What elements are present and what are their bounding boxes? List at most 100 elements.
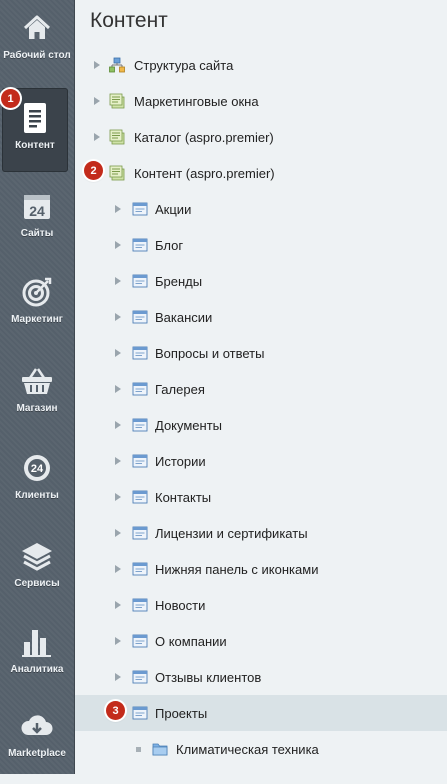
tree-item-label: Контент (aspro.premier) <box>134 166 275 181</box>
svg-text:24: 24 <box>31 463 44 475</box>
tree-item-label: Галерея <box>155 382 205 397</box>
expand-arrow-icon[interactable] <box>115 673 121 681</box>
expand-arrow-icon[interactable] <box>115 385 121 393</box>
iblock-icon <box>132 418 148 432</box>
tree-item-label: Структура сайта <box>134 58 234 73</box>
tree-item-label: Лицензии и сертификаты <box>155 526 308 541</box>
tree-item-content-premier[interactable]: Контент (aspro.premier) 2 <box>75 155 447 191</box>
tree-item-site-structure[interactable]: Структура сайта <box>75 47 447 83</box>
expand-arrow-icon[interactable] <box>115 529 121 537</box>
tree-item-label: Проекты <box>155 706 208 721</box>
sidebar-item-desktop[interactable]: Рабочий стол <box>0 2 74 86</box>
tree-item-contacts[interactable]: Контакты <box>75 479 447 515</box>
expand-arrow-icon[interactable] <box>115 493 121 501</box>
cloud-download-icon <box>19 708 55 744</box>
expand-arrow-icon[interactable] <box>115 457 121 465</box>
tree-item-label: Истории <box>155 454 206 469</box>
expand-arrow-icon[interactable] <box>115 637 121 645</box>
tree-item-climate-equipment[interactable]: Климатическая техника <box>75 731 447 767</box>
expand-arrow-icon[interactable] <box>115 349 121 357</box>
sidebar-item-sites[interactable]: 24 Сайты <box>0 180 74 264</box>
expand-arrow-icon[interactable] <box>115 277 121 285</box>
tree-item-label: Нижняя панель с иконками <box>155 562 319 577</box>
tree-item-promotions[interactable]: Акции <box>75 191 447 227</box>
tree-item-vacancies[interactable]: Вакансии <box>75 299 447 335</box>
sidebar-item-shop[interactable]: Магазин <box>0 355 74 439</box>
folder-icon <box>152 743 168 756</box>
iblock-type-icon <box>109 165 125 181</box>
sidebar-item-label: Аналитика <box>10 664 64 675</box>
sidebar-item-clients[interactable]: 24 Клиенты <box>0 442 74 526</box>
iblock-icon <box>132 202 148 216</box>
left-sidebar: Рабочий стол Контент 24 Сайты Маркетинг … <box>0 0 75 774</box>
expand-arrow-icon[interactable] <box>94 61 100 69</box>
bullet-icon <box>136 747 141 752</box>
iblock-icon <box>132 526 148 540</box>
iblock-icon <box>132 310 148 324</box>
expand-arrow-icon[interactable] <box>115 601 121 609</box>
sidebar-item-label: Контент <box>15 140 55 151</box>
sidebar-item-services[interactable]: Сервисы <box>0 530 74 614</box>
basket-icon <box>19 363 55 399</box>
sitemap-icon <box>109 57 125 73</box>
iblock-icon <box>132 274 148 288</box>
calendar-24-icon: 24 <box>19 188 55 224</box>
iblock-icon <box>132 670 148 684</box>
expand-arrow-icon[interactable] <box>115 205 121 213</box>
tree-item-projects[interactable]: Проекты 3 <box>75 695 447 731</box>
tree-item-label: Маркетинговые окна <box>134 94 259 109</box>
tree-item-brands[interactable]: Бренды <box>75 263 447 299</box>
step-badge-2: 2 <box>84 161 103 180</box>
sidebar-item-label: Сервисы <box>14 578 60 589</box>
iblock-icon <box>132 454 148 468</box>
tree-item-label: Документы <box>155 418 223 433</box>
iblock-icon <box>132 346 148 360</box>
sidebar-item-marketing[interactable]: Маркетинг <box>0 266 74 350</box>
tree-item-gallery[interactable]: Галерея <box>75 371 447 407</box>
step-badge-3: 3 <box>106 701 125 720</box>
target-icon <box>19 274 55 310</box>
tree-item-label: Каталог (aspro.premier) <box>134 130 274 145</box>
tree-item-about[interactable]: О компании <box>75 623 447 659</box>
tree-item-label: Отзывы клиентов <box>155 670 262 685</box>
expand-arrow-icon[interactable] <box>115 313 121 321</box>
tree-item-documents[interactable]: Документы <box>75 407 447 443</box>
tree-item-faq[interactable]: Вопросы и ответы <box>75 335 447 371</box>
expand-arrow-icon[interactable] <box>115 421 121 429</box>
cloud-24-icon: 24 <box>19 450 55 486</box>
tree-item-stories[interactable]: Истории <box>75 443 447 479</box>
iblock-type-icon <box>109 93 125 109</box>
tree-item-catalog[interactable]: Каталог (aspro.premier) <box>75 119 447 155</box>
sidebar-item-label: Магазин <box>16 403 58 414</box>
tree-item-blog[interactable]: Блог <box>75 227 447 263</box>
tree-item-reviews[interactable]: Отзывы клиентов <box>75 659 447 695</box>
expand-arrow-icon[interactable] <box>115 241 121 249</box>
tree-item-news[interactable]: Новости <box>75 587 447 623</box>
expand-arrow-icon[interactable] <box>94 97 100 105</box>
document-icon <box>17 100 53 136</box>
iblock-icon <box>132 238 148 252</box>
tree-item-label: Вопросы и ответы <box>155 346 265 361</box>
sidebar-item-label: Рабочий стол <box>3 50 71 61</box>
iblock-icon <box>132 562 148 576</box>
iblock-icon <box>132 706 148 720</box>
expand-arrow-icon[interactable] <box>115 565 121 573</box>
iblock-icon <box>132 634 148 648</box>
iblock-icon <box>132 382 148 396</box>
svg-text:24: 24 <box>29 203 45 219</box>
tree-item-label: Блог <box>155 238 184 253</box>
tree-item-licenses[interactable]: Лицензии и сертификаты <box>75 515 447 551</box>
tree-item-label: Новости <box>155 598 206 613</box>
step-badge-1: 1 <box>1 89 20 108</box>
sidebar-item-label: Сайты <box>20 228 54 239</box>
iblock-icon <box>132 490 148 504</box>
sidebar-item-analytics[interactable]: Аналитика <box>0 616 74 700</box>
sidebar-item-label: Клиенты <box>15 490 59 501</box>
tree-item-marketing-windows[interactable]: Маркетинговые окна <box>75 83 447 119</box>
tree-item-label: Контакты <box>155 490 212 505</box>
sidebar-item-label: Marketplace <box>8 748 66 759</box>
iblock-type-icon <box>109 129 125 145</box>
expand-arrow-icon[interactable] <box>94 133 100 141</box>
tree-item-bottom-panel[interactable]: Нижняя панель с иконками <box>75 551 447 587</box>
sidebar-item-marketplace[interactable]: Marketplace <box>0 700 74 784</box>
